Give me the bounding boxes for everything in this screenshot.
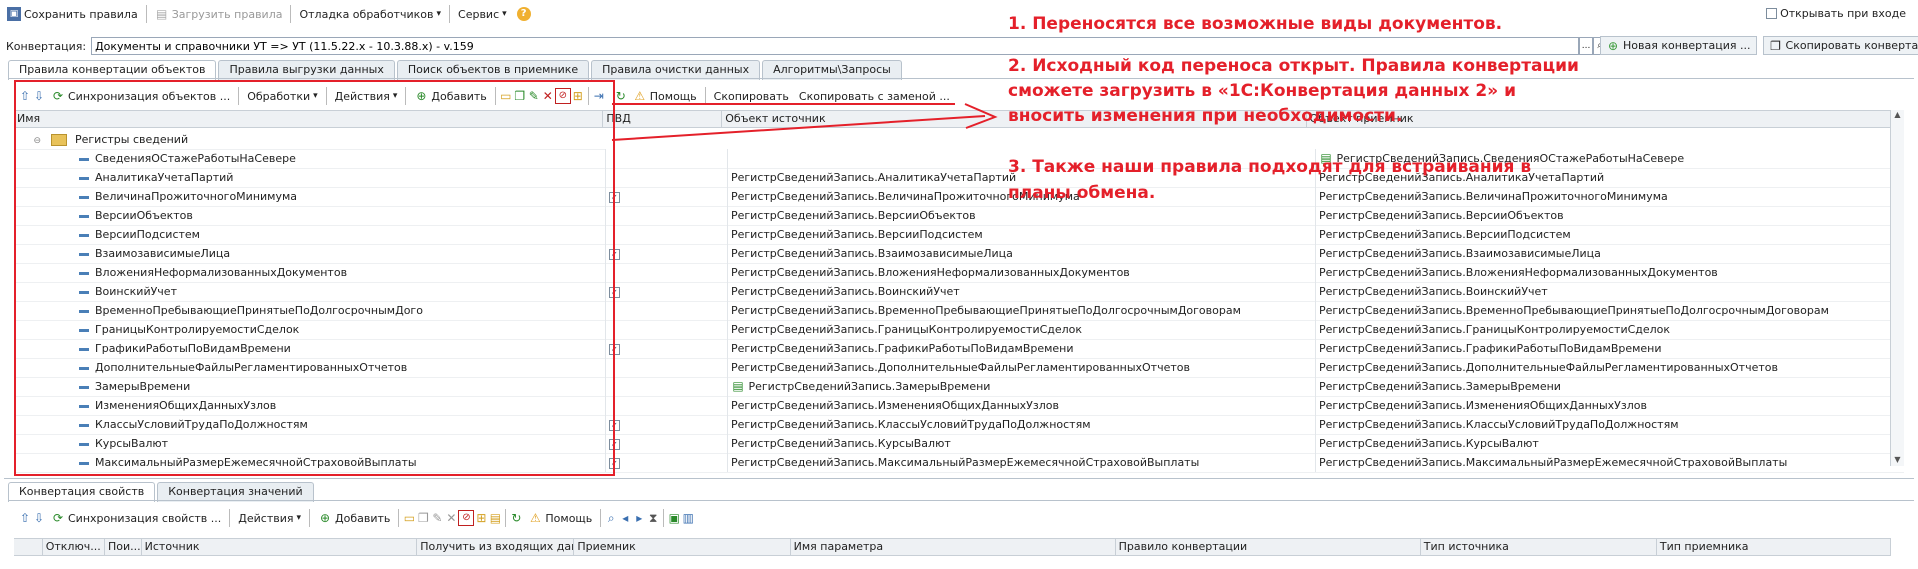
- mark-icon[interactable]: ⊘: [458, 510, 475, 526]
- bottom-help-button[interactable]: ⚠ Помощь: [523, 508, 597, 528]
- group-icon[interactable]: ▤: [488, 511, 502, 525]
- annotation-2a: 2. Исходный код переноса открыт. Правила…: [1008, 56, 1579, 76]
- annotation-2b: сможете загрузить в «1С:Конвертация данн…: [1008, 81, 1516, 101]
- next-icon[interactable]: ▸: [632, 511, 646, 525]
- properties-icon[interactable]: ▣: [667, 511, 681, 525]
- bottom-add-button[interactable]: ⊕ Добавить: [313, 508, 395, 528]
- col-marker: [14, 539, 43, 555]
- sync-properties-button[interactable]: ⟳ Синхронизация свойств ...: [46, 508, 226, 528]
- bottom-toolbar: ⇧ ⇩ ⟳ Синхронизация свойств ... Действия…: [18, 508, 1918, 528]
- col-source-type[interactable]: Тип источника: [1421, 539, 1657, 555]
- col-conversion-rule[interactable]: Правило конвертации: [1116, 539, 1421, 555]
- col-get-incoming[interactable]: Получить из входящих данн...: [417, 539, 575, 555]
- refresh-icon[interactable]: ↻: [509, 511, 523, 525]
- add-icon: ⊕: [319, 511, 331, 525]
- annotation-1: 1. Переносятся все возможные виды докуме…: [1008, 14, 1503, 34]
- search-icon[interactable]: ⌕: [604, 511, 618, 525]
- col-dest-type[interactable]: Тип приемника: [1657, 539, 1891, 555]
- hierarchy-icon[interactable]: ⊞: [474, 511, 488, 525]
- bottom-tabs: Конвертация свойств Конвертация значений: [8, 482, 314, 502]
- col-receiver[interactable]: Приемник: [574, 539, 791, 555]
- add-folder-icon[interactable]: ▭: [402, 511, 416, 525]
- list-icon[interactable]: ▥: [681, 511, 695, 525]
- copy-row-icon[interactable]: ❐: [416, 511, 430, 525]
- bottom-actions-menu[interactable]: Действия: [233, 508, 306, 528]
- info-icon: ⚠: [530, 511, 541, 525]
- annotation-2c: вносить изменения при необходимости.: [1008, 106, 1403, 126]
- col-search[interactable]: Пои...: [105, 539, 142, 555]
- sync-icon: ⟳: [52, 511, 64, 525]
- annotation-3a: 3. Также наши правила подходят для встра…: [1008, 157, 1532, 177]
- prev-icon[interactable]: ◂: [618, 511, 632, 525]
- tab-value-conversion[interactable]: Конвертация значений: [157, 482, 314, 502]
- col-disabled[interactable]: Отключ...: [43, 539, 106, 555]
- bottom-grid-header: Отключ... Пои... Источник Получить из вх…: [14, 538, 1891, 556]
- delete-icon[interactable]: ✕: [444, 511, 458, 525]
- edit-icon[interactable]: ✎: [430, 511, 444, 525]
- filter-icon[interactable]: ⧗: [646, 511, 660, 525]
- move-down-icon[interactable]: ⇩: [32, 511, 46, 525]
- tab-property-conversion[interactable]: Конвертация свойств: [8, 482, 156, 502]
- move-up-icon[interactable]: ⇧: [18, 511, 32, 525]
- col-source[interactable]: Источник: [142, 539, 418, 555]
- annotation-3b: планы обмена.: [1008, 183, 1156, 203]
- col-param-name[interactable]: Имя параметра: [791, 539, 1116, 555]
